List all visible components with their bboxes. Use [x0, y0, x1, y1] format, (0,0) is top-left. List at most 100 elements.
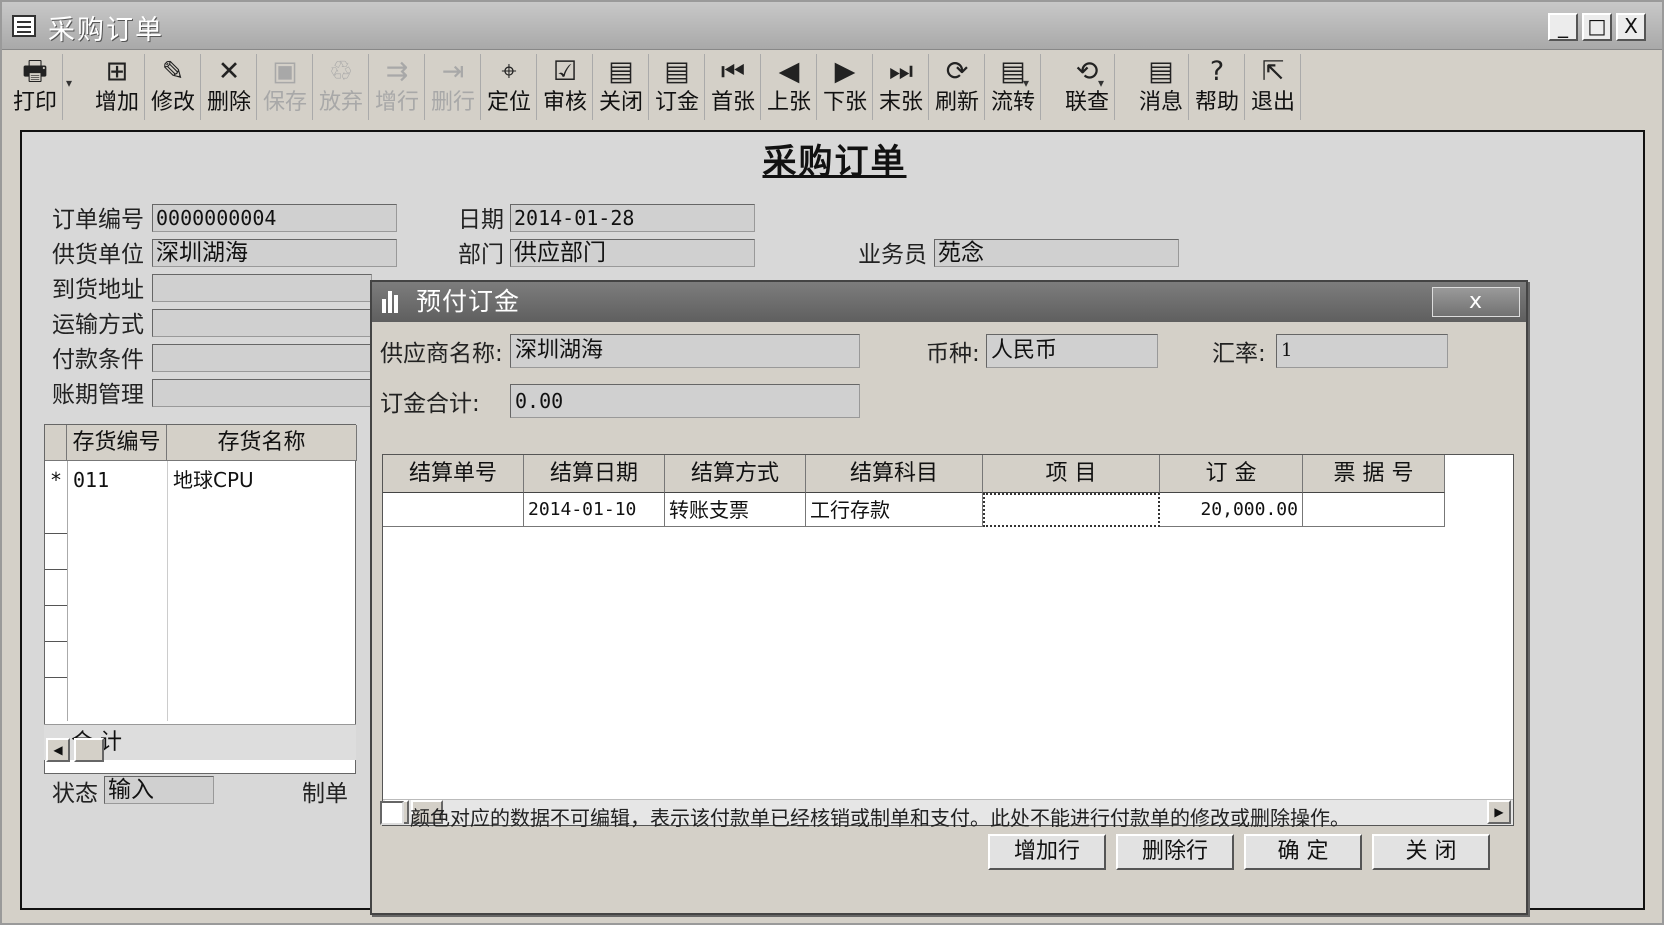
add-doc-icon: ⊞ — [105, 56, 129, 87]
toolbar-flow-button[interactable]: ▤ 流转 — [986, 54, 1041, 120]
settle-method-cell[interactable]: 转账支票 — [665, 493, 806, 527]
row-tick — [45, 605, 67, 606]
stock-code-cell[interactable]: 011 — [73, 463, 109, 497]
deposit-amount-cell[interactable]: 20,000.00 — [1160, 493, 1303, 527]
item-cell[interactable] — [983, 493, 1160, 527]
inventory-grid[interactable]: 存货编号 存货名称 * 011 地球CPU — [44, 424, 357, 774]
salesman-field[interactable]: 苑念 — [934, 239, 1179, 267]
row-tick — [45, 641, 67, 642]
locate-icon: ⌖ — [501, 56, 517, 87]
col-settle-date[interactable]: 结算日期 — [524, 455, 665, 493]
toolbar-delete-button[interactable]: ✕ 删除 — [202, 54, 257, 120]
chevron-down-icon[interactable]: ▾ — [1023, 76, 1029, 90]
toolbar-first-record-button[interactable]: ⏮ 首张 — [706, 54, 761, 120]
toolbar-label: 审核 — [542, 90, 587, 115]
last-record-icon: ⏭ — [888, 56, 914, 87]
salesman-label: 业务员 — [858, 242, 927, 268]
flow-icon: ▤ — [1000, 56, 1026, 87]
settle-date-cell[interactable]: 2014-01-10 — [524, 493, 665, 527]
toolbar-add-row-button[interactable]: ⇉ 增行 — [370, 54, 425, 120]
row-tick — [45, 569, 67, 570]
delete-icon: ✕ — [217, 56, 241, 87]
toolbar-discard-button[interactable]: ♲ 放弃 — [314, 54, 369, 120]
col-settle-no[interactable]: 结算单号 — [383, 455, 524, 493]
toolbar-label: 联查 — [1064, 90, 1109, 115]
transport-field[interactable] — [152, 309, 372, 337]
settle-subject-cell[interactable]: 工行存款 — [806, 493, 983, 527]
col-settle-method[interactable]: 结算方式 — [665, 455, 806, 493]
grid-divider — [167, 461, 168, 721]
bill-no-cell[interactable] — [1303, 493, 1445, 527]
toolbar-edit-button[interactable]: ✎ 修改 — [146, 54, 201, 120]
toolbar-refresh-button[interactable]: ⟳ 刷新 — [930, 54, 985, 120]
toolbar-message-button[interactable]: ▤ 消息 — [1134, 54, 1189, 120]
dialog-supplier-field: 深圳湖海 — [510, 334, 860, 368]
toolbar-next-record-button[interactable]: ▶ 下张 — [818, 54, 873, 120]
delete-row-button[interactable]: 删除行 — [1116, 834, 1234, 870]
order-no-field[interactable]: 0000000004 — [152, 204, 397, 232]
status-field: 输入 — [104, 776, 214, 804]
supplier-field[interactable]: 深圳湖海 — [152, 239, 397, 267]
toolbar-label: 定位 — [486, 90, 531, 115]
col-bill-no[interactable]: 票 据 号 — [1303, 455, 1445, 493]
toolbar-label: 增加 — [94, 90, 139, 115]
status-label: 状态 — [52, 781, 98, 807]
address-field[interactable] — [152, 274, 372, 302]
rate-label: 汇率: — [1212, 341, 1266, 367]
settle-no-cell[interactable] — [383, 493, 524, 527]
toolbar-delete-row-button[interactable]: ⇥ 删行 — [426, 54, 481, 120]
toolbar-add-doc-button[interactable]: ⊞ 增加 — [90, 54, 145, 120]
deposit-scroll-right-icon[interactable]: ▶ — [1487, 800, 1511, 824]
stock-name-cell[interactable]: 地球CPU — [173, 463, 254, 497]
dept-field[interactable]: 供应部门 — [510, 239, 755, 267]
col-stock-code[interactable]: 存货编号 — [67, 425, 167, 461]
deposit-grid[interactable]: 结算单号 结算日期 结算方式 结算科目 项 目 订 金 票 据 号 2014-0… — [382, 454, 1514, 826]
toolbar-label: 流转 — [990, 90, 1035, 115]
toolbar-linked-query-button[interactable]: ⟲ 联查 — [1060, 54, 1115, 120]
chevron-down-icon[interactable]: ▾ — [1098, 76, 1104, 90]
legend-color-checkbox — [380, 801, 404, 825]
add-row-button[interactable]: 增加行 — [988, 834, 1106, 870]
payterm-field[interactable] — [152, 344, 372, 372]
close-window-button[interactable]: X — [1616, 13, 1646, 41]
close-dialog-button[interactable]: 关 闭 — [1372, 834, 1490, 870]
order-no-label: 订单编号 — [52, 207, 144, 233]
toolbar-label: 上张 — [766, 90, 811, 115]
toolbar-exit-button[interactable]: ⇱ 退出 — [1246, 54, 1301, 120]
toolbar-label: 打印 — [12, 90, 57, 115]
toolbar-previous-record-button[interactable]: ◀ 上张 — [762, 54, 817, 120]
col-stock-name[interactable]: 存货名称 — [167, 425, 357, 461]
discard-icon: ♲ — [328, 56, 354, 87]
toolbar-close-doc-button[interactable]: ▤ 关闭 — [594, 54, 649, 120]
toolbar-locate-button[interactable]: ⌖ 定位 — [482, 54, 537, 120]
minimize-button[interactable]: _ — [1548, 13, 1578, 41]
toolbar-label: 删行 — [430, 90, 475, 115]
toolbar-audit-button[interactable]: ☑ 审核 — [538, 54, 593, 120]
toolbar-deposit-button[interactable]: ▤ 订金 — [650, 54, 705, 120]
rate-field: 1 — [1276, 334, 1448, 368]
period-label: 账期管理 — [52, 382, 144, 408]
col-deposit[interactable]: 订 金 — [1160, 455, 1303, 493]
date-label: 日期 — [458, 207, 504, 233]
deposit-total-label: 订金合计: — [380, 391, 480, 417]
toolbar-label: 退出 — [1250, 90, 1295, 115]
edit-restriction-note: 颜色对应的数据不可编辑，表示该付款单已经核销或制单和支付。此处不能进行付款单的修… — [410, 806, 1350, 830]
col-settle-subject[interactable]: 结算科目 — [806, 455, 983, 493]
toolbar-save-button[interactable]: ▣ 保存 — [258, 54, 313, 120]
toolbar-printer-button[interactable]: 🖶 打印 — [8, 54, 63, 120]
maximize-button[interactable]: □ — [1582, 13, 1612, 41]
grid-scroll-left-icon[interactable]: ◀ — [46, 738, 70, 762]
dialog-close-button[interactable]: x — [1432, 287, 1520, 317]
ok-button[interactable]: 确 定 — [1244, 834, 1362, 870]
bars-icon — [382, 291, 404, 313]
col-item[interactable]: 项 目 — [983, 455, 1160, 493]
save-icon: ▣ — [272, 56, 298, 87]
chevron-down-icon[interactable]: ▾ — [66, 76, 72, 90]
deposit-icon: ▤ — [664, 56, 690, 87]
toolbar-help-button[interactable]: ? 帮助 — [1190, 54, 1245, 120]
date-field[interactable]: 2014-01-28 — [510, 204, 755, 232]
toolbar-last-record-button[interactable]: ⏭ 末张 — [874, 54, 929, 120]
toolbar-label: 订金 — [654, 90, 699, 115]
grid-scroll-thumb[interactable] — [74, 738, 104, 762]
period-field[interactable] — [152, 379, 372, 407]
